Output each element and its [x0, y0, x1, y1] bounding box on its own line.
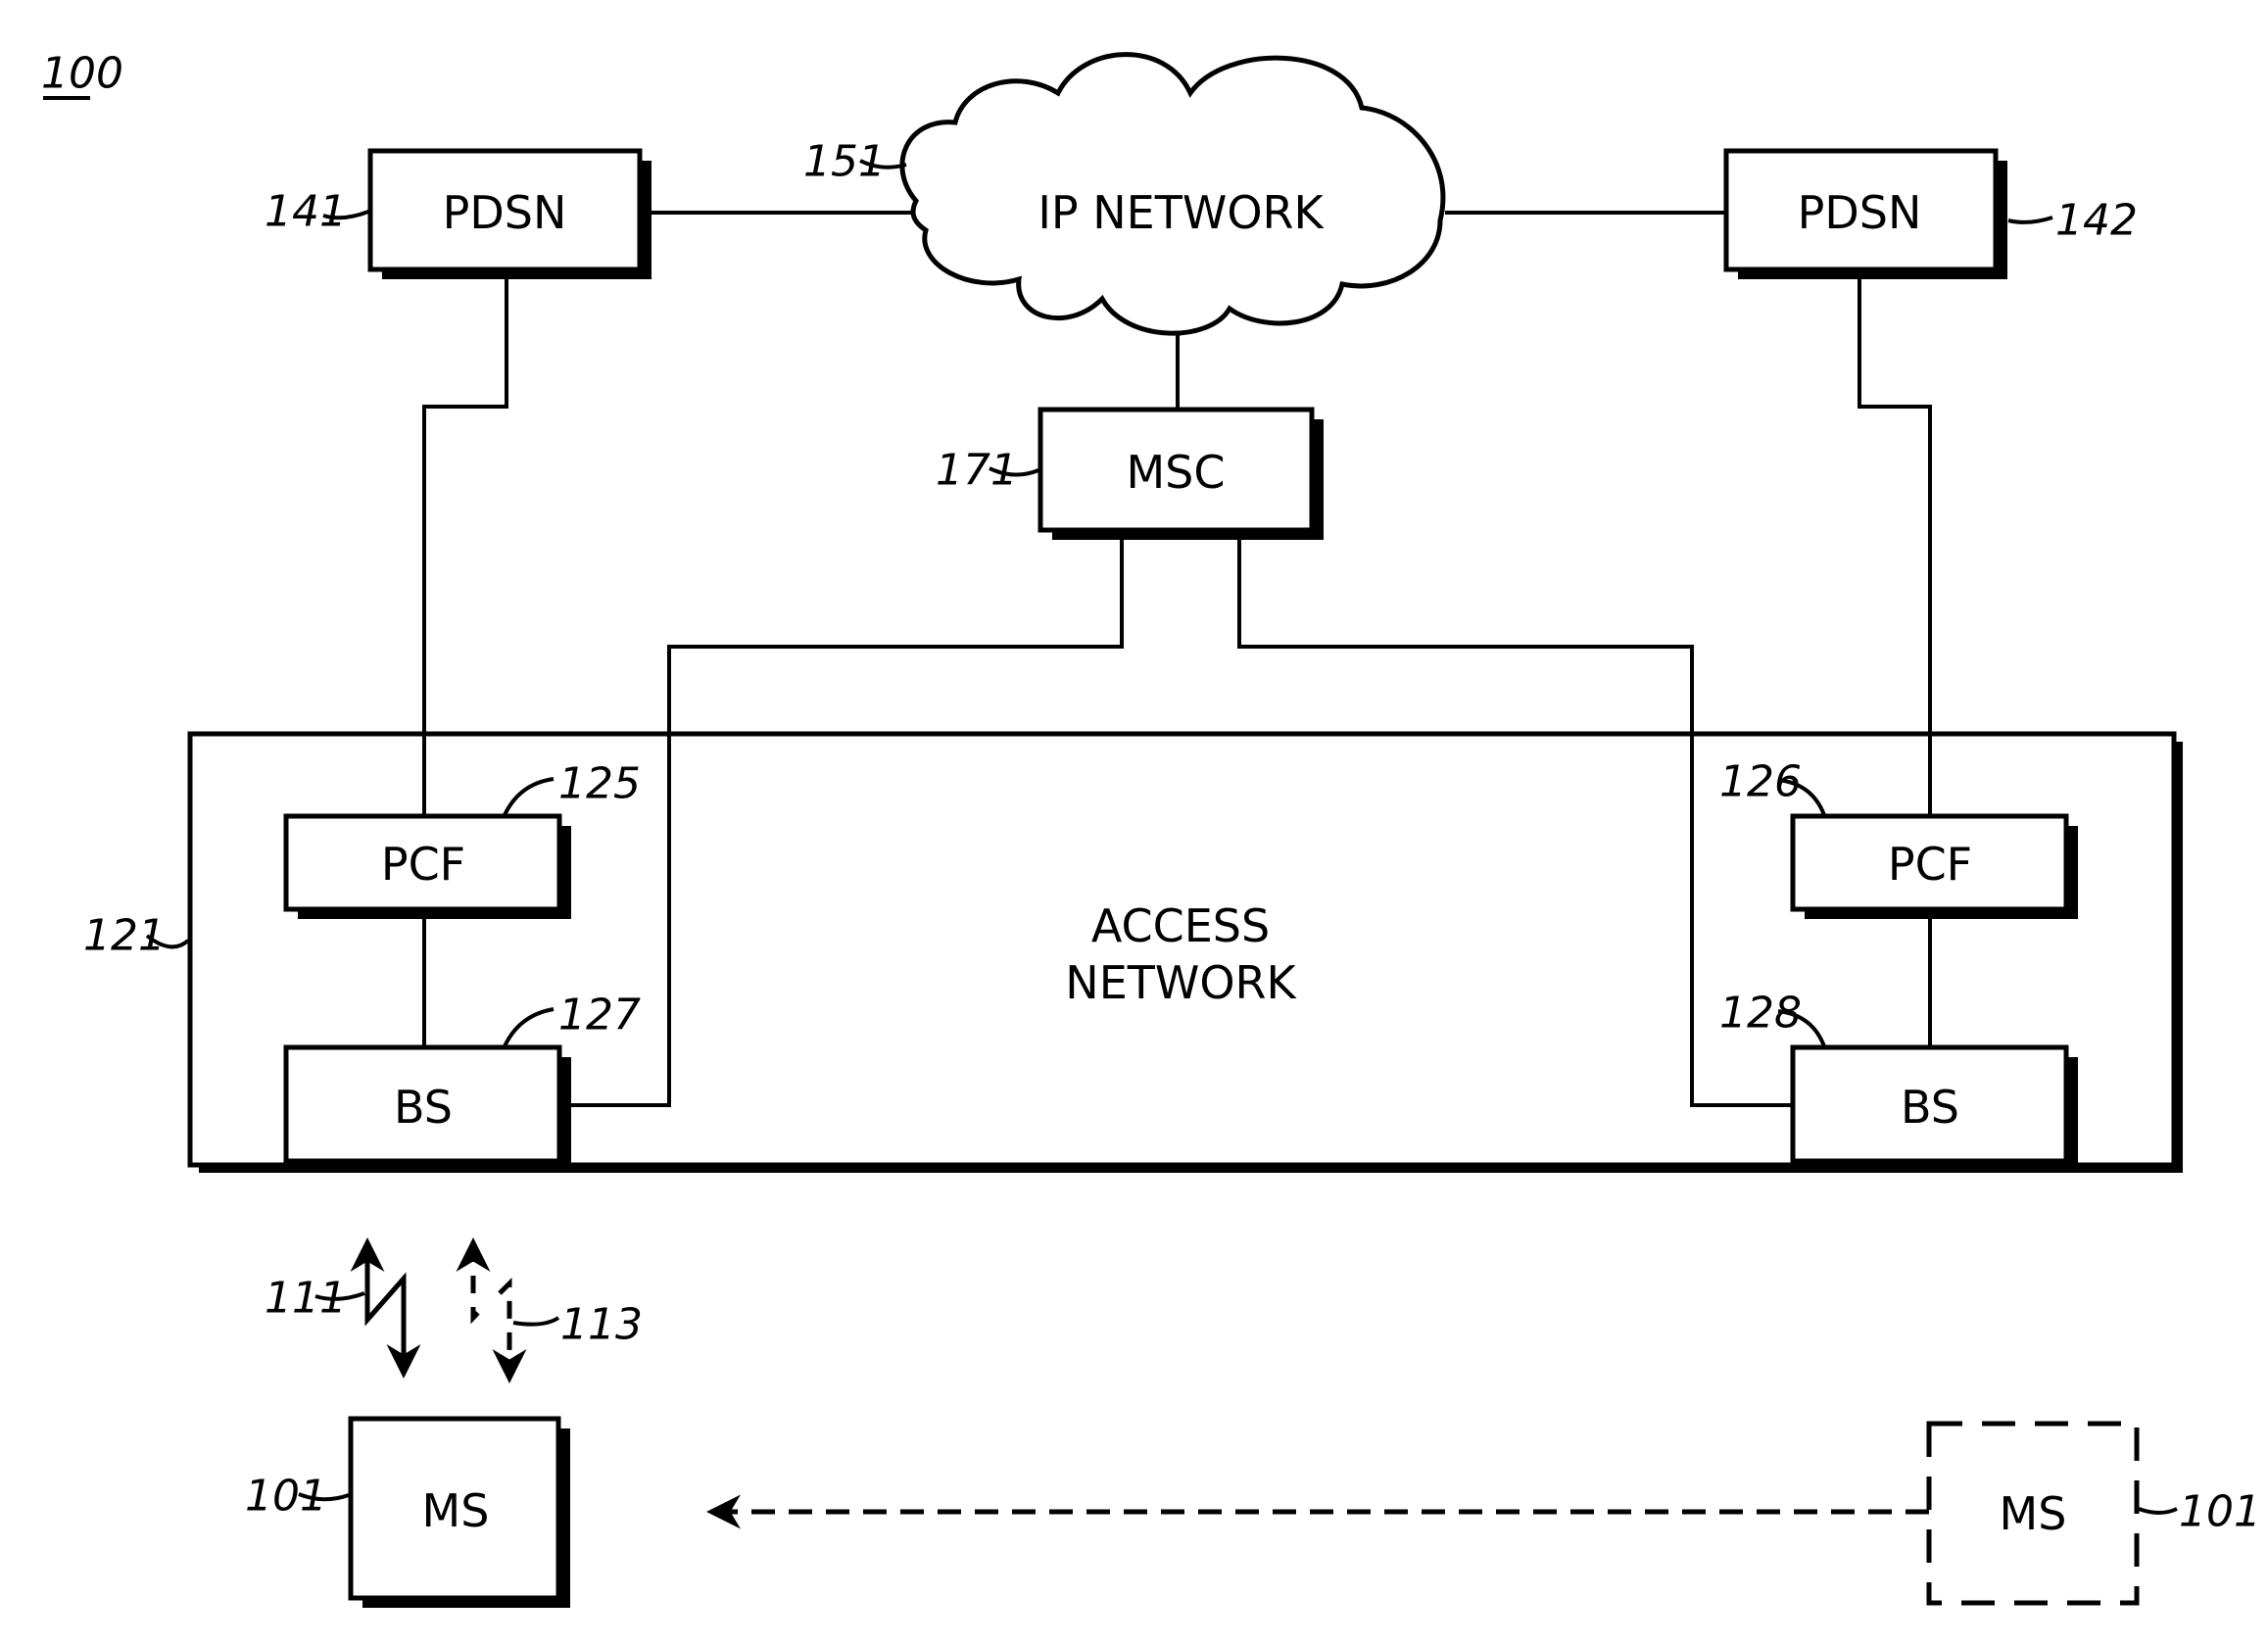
access-network-label-2: NETWORK: [1065, 956, 1297, 1009]
ref-141: 141: [265, 187, 347, 237]
ref-125: 125: [558, 759, 641, 809]
ms-moving-label: MS: [2000, 1487, 2067, 1540]
leader-101-right: [2138, 1507, 2178, 1515]
bs-right-node[interactable]: BS: [1790, 1044, 2078, 1171]
ref-127: 127: [558, 991, 641, 1041]
pdsn-right-label: PDSN: [1798, 186, 1922, 239]
ref-101-left: 101: [245, 1472, 327, 1522]
ref-142: 142: [2055, 196, 2138, 246]
ms-moving-node[interactable]: MS: [1926, 1421, 2140, 1606]
leader-142: [2007, 216, 2053, 224]
ip-network-cloud[interactable]: IP NETWORK: [899, 52, 1446, 336]
pdsn-left-label: PDSN: [443, 186, 567, 239]
ref-111: 111: [265, 1274, 347, 1324]
bs-left-label: BS: [394, 1081, 453, 1134]
pcf-left-label: PCF: [381, 838, 465, 891]
pdsn-left-node[interactable]: PDSN: [367, 148, 651, 279]
ref-128: 128: [1719, 989, 1802, 1039]
ref-121: 121: [83, 911, 166, 961]
wireless-link-solid: [350, 1237, 421, 1379]
ref-151: 151: [803, 137, 886, 187]
access-network-label-1: ACCESS: [1091, 899, 1270, 952]
pdsn-right-node[interactable]: PDSN: [1723, 148, 2007, 279]
ip-network-label: IP NETWORK: [1037, 186, 1325, 239]
network-diagram: 100 ACCESS NETWORK 121 PDSN 141 PDSN 142…: [41, 49, 2261, 1608]
ref-171: 171: [936, 446, 1018, 496]
ref-126: 126: [1719, 757, 1802, 807]
leader-113: [512, 1316, 560, 1327]
wireless-link-dashed: [456, 1237, 527, 1383]
ms-node[interactable]: MS: [348, 1416, 570, 1608]
pcf-left-node[interactable]: PCF: [283, 813, 571, 919]
ref-101-right: 101: [2179, 1487, 2261, 1537]
pcf-right-node[interactable]: PCF: [1790, 813, 2078, 919]
ref-113: 113: [560, 1300, 643, 1350]
figure-reference: 100: [41, 49, 123, 99]
pcf-right-label: PCF: [1888, 838, 1972, 891]
bs-left-node[interactable]: BS: [283, 1044, 571, 1171]
bs-right-label: BS: [1901, 1081, 1959, 1134]
msc-node[interactable]: MSC: [1037, 407, 1324, 540]
msc-label: MSC: [1126, 446, 1225, 499]
ms-label: MS: [422, 1484, 490, 1537]
